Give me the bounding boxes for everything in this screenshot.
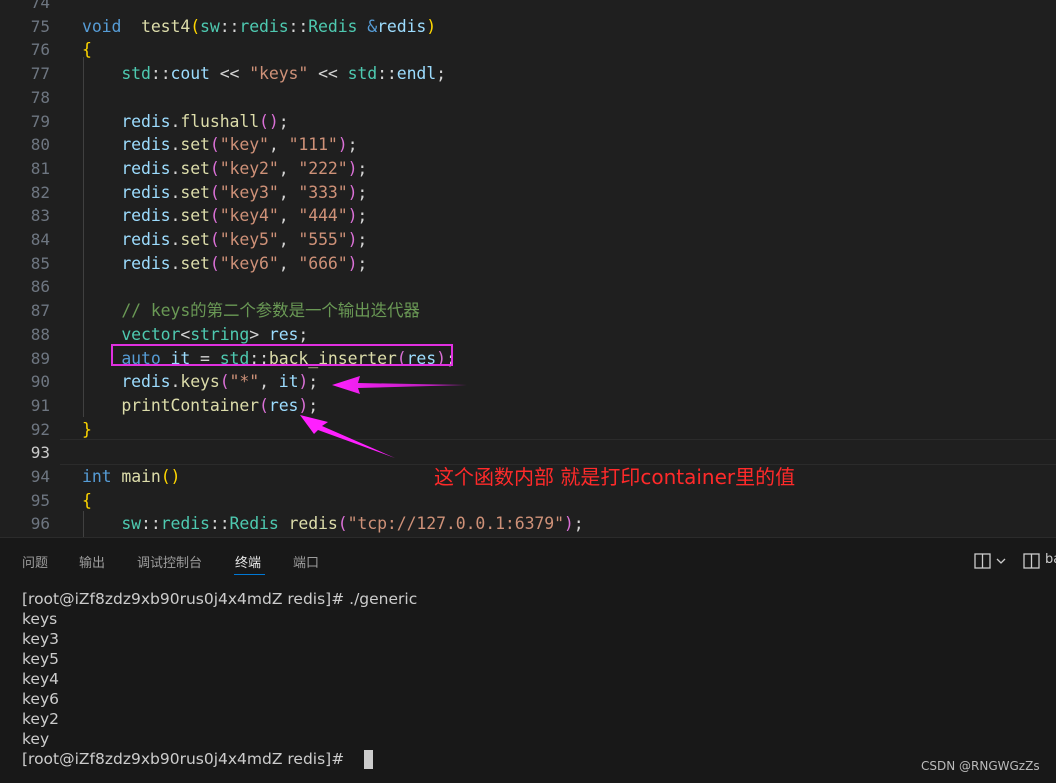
terminal-line: key4 <box>22 670 59 688</box>
annotation-text: 这个函数内部 就是打印container里的值 <box>434 465 796 489</box>
terminal-cursor <box>364 750 373 769</box>
annotation-arrows <box>300 376 467 458</box>
split-editor-icon[interactable] <box>974 553 991 569</box>
terminal-line: key5 <box>22 650 59 668</box>
chevron-down-icon[interactable] <box>996 558 1006 565</box>
bottom-panel: 问题 输出 调试控制台 终端 端口 ba <box>0 537 1056 783</box>
terminal-name-label[interactable]: ba <box>1045 552 1056 567</box>
tab-output[interactable]: 输出 <box>79 552 105 571</box>
arrow-to-print-line <box>300 415 395 458</box>
terminal-line: key6 <box>22 690 59 708</box>
arrow-to-keys-line <box>332 376 467 394</box>
terminal-line: [root@iZf8zdz9xb90rus0j4x4mdZ redis]# ./… <box>22 590 418 608</box>
tab-debug-console[interactable]: 调试控制台 <box>137 552 202 571</box>
tab-terminal[interactable]: 终端 <box>235 552 261 571</box>
terminal-line: key2 <box>22 710 59 728</box>
terminal-line: key3 <box>22 630 59 648</box>
code-editor[interactable]: 74 75 void test4(sw::redis::Redis &redis) 7… <box>0 0 1056 537</box>
terminal-line: key <box>22 730 50 748</box>
terminal-line: [root@iZf8zdz9xb90rus0j4x4mdZ redis]# <box>22 750 350 768</box>
split-terminal-icon[interactable] <box>1023 553 1040 569</box>
active-tab-indicator <box>234 574 265 575</box>
watermark: CSDN @RNGWGzZs <box>921 759 1040 773</box>
tab-problems[interactable]: 问题 <box>22 552 48 571</box>
tab-ports[interactable]: 端口 <box>293 552 319 571</box>
terminal-line: keys <box>22 610 58 628</box>
